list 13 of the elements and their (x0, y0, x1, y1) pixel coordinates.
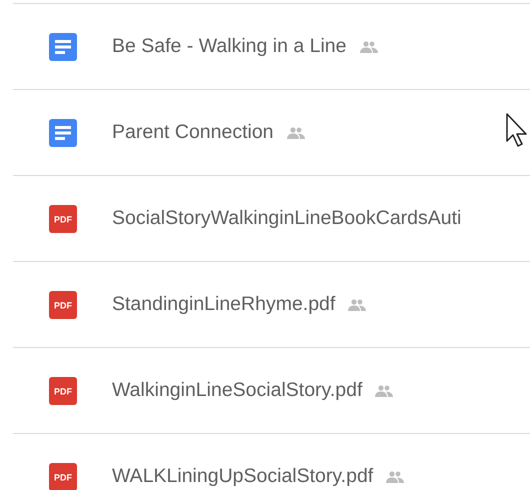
document-icon (49, 118, 77, 146)
pdf-icon: PDF (49, 376, 77, 404)
file-name[interactable]: WalkinginLineSocialStory.pdf (112, 379, 362, 402)
file-name[interactable]: SocialStoryWalkinginLineBookCardsAuti (112, 207, 462, 230)
mouse-pointer-icon (506, 113, 528, 149)
pdf-icon: PDF (49, 204, 77, 232)
file-name[interactable]: Parent Connection (112, 121, 274, 144)
pdf-icon: PDF (49, 290, 77, 318)
file-name[interactable]: StandinginLineRhyme.pdf (112, 293, 336, 316)
file-name[interactable]: Be Safe - Walking in a Line (112, 35, 346, 58)
file-name[interactable]: WALKLiningUpSocialStory.pdf (112, 465, 374, 488)
document-icon (49, 32, 77, 60)
pdf-icon: PDF (49, 462, 77, 490)
